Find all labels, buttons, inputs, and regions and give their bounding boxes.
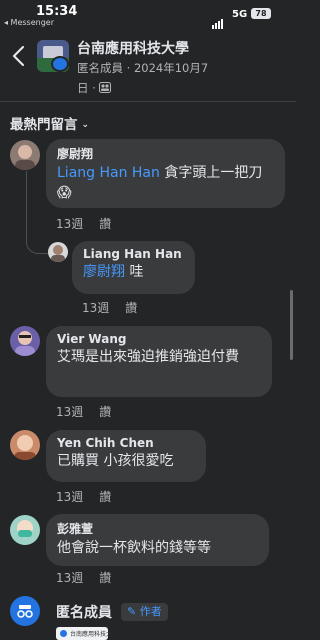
post-meta-cont: 日 · [77, 80, 112, 96]
sort-label: 最熱門留言 [10, 117, 78, 133]
chevron-down-icon: ⌄ [81, 120, 90, 130]
comment-bubble: Vier Wang 艾瑪是出來強迫推銷強迫付費 [46, 326, 272, 397]
anonymous-badge-icon [51, 56, 69, 72]
status-bar: 15:34 ◂ Messenger 5G 78 [0, 0, 296, 30]
post-date: · 2024年10月7 [126, 61, 209, 75]
comment-actions: 13週 讚 [56, 488, 111, 505]
avatar[interactable] [10, 140, 40, 170]
comment-bubble: 廖尉翔 Liang Han Han 貪字頭上一把刀😱 [46, 139, 285, 208]
post-meta: 匿名成員 · 2024年10月7 [77, 60, 208, 76]
poster-name: 匿名成員 [77, 61, 123, 75]
avatar[interactable] [10, 515, 40, 545]
reply-text: 廖尉翔 哇 [83, 264, 144, 280]
comment-author[interactable]: Yen Chih Chen [57, 436, 195, 450]
comment-bubble: Yen Chih Chen 已購買 小孩很愛吃 [46, 430, 206, 482]
comment-age: 13週 [56, 405, 84, 419]
avatar[interactable] [48, 242, 68, 262]
signal-icon [212, 10, 224, 29]
reply-bubble: Liang Han Han 廖尉翔 哇 [72, 241, 195, 294]
like-button[interactable]: 讚 [99, 490, 111, 504]
post-header: 台南應用科技大學 匿名成員 · 2024年10月7 日 · [0, 32, 296, 98]
network-label: 5G [232, 9, 248, 20]
comment-actions: 13週 讚 [56, 569, 111, 586]
comment-author[interactable]: Vier Wang [57, 332, 261, 346]
clock: 15:34 [36, 4, 78, 19]
comment-actions: 13週 讚 [56, 403, 111, 420]
group-name[interactable]: 台南應用科技大學 [77, 38, 189, 58]
comment-text: 已購買 小孩很愛吃 [57, 453, 174, 469]
reply-thread-line [26, 171, 48, 254]
scrollbar[interactable] [290, 290, 293, 360]
group-avatar[interactable] [37, 40, 69, 72]
like-button[interactable]: 讚 [99, 571, 111, 585]
comment-age: 13週 [82, 301, 110, 315]
divider [0, 101, 296, 102]
sort-dropdown[interactable]: 最熱門留言 ⌄ [10, 113, 89, 133]
battery-icon: 78 [251, 8, 271, 19]
like-button[interactable]: 讚 [99, 217, 111, 231]
post-date-cont: 日 · [77, 81, 96, 95]
comment-author[interactable]: 彭雅萱 [57, 520, 258, 537]
reply-author[interactable]: Liang Han Han [83, 247, 184, 261]
pip-preview[interactable]: 台南應用科技大.. [56, 627, 116, 640]
like-button[interactable]: 讚 [99, 405, 111, 419]
comment-text: Liang Han Han 貪字頭上一把刀😱 [57, 165, 263, 201]
mention-link[interactable]: 廖尉翔 [83, 264, 125, 280]
mention-link[interactable]: Liang Han Han [57, 165, 160, 181]
comment-age: 13週 [56, 490, 84, 504]
comment-actions: 13週 讚 [56, 215, 111, 232]
comment-text: 他會說一杯飲料的錢等等 [57, 540, 211, 556]
author-badge: ✎ 作者 [121, 603, 168, 621]
comment-bubble: 彭雅萱 他會說一杯飲料的錢等等 [46, 514, 269, 566]
composer-name: 匿名成員 [56, 605, 112, 621]
back-to-app-link[interactable]: ◂ Messenger [4, 18, 54, 27]
reply-actions: 13週 讚 [82, 299, 137, 316]
like-button[interactable]: 讚 [125, 301, 137, 315]
comment-author[interactable]: 廖尉翔 [57, 145, 274, 162]
anonymous-avatar-icon [10, 596, 40, 626]
comment-age: 13週 [56, 217, 84, 231]
audience-friends-icon [99, 82, 112, 93]
back-arrow-icon[interactable] [10, 44, 28, 68]
comment-age: 13週 [56, 571, 84, 585]
avatar[interactable] [10, 326, 40, 356]
comment-text: 艾瑪是出來強迫推銷強迫付費 [57, 349, 239, 365]
avatar[interactable] [10, 430, 40, 460]
